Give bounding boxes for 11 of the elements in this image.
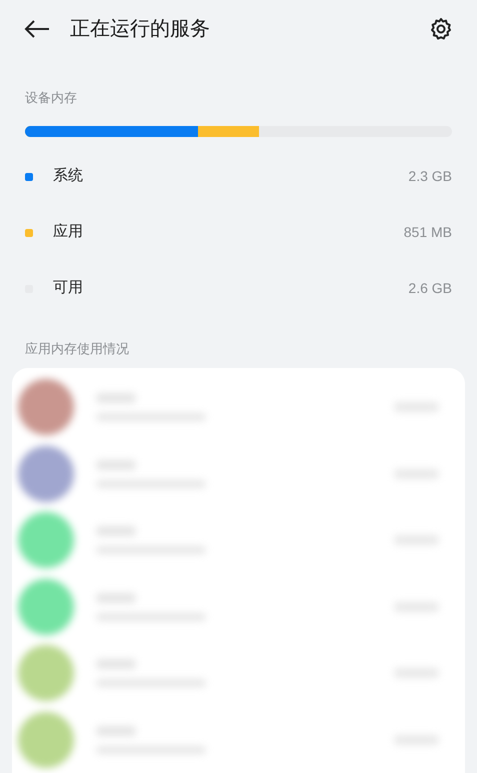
legend-label: 应用 <box>53 222 83 242</box>
section-label: 应用内存使用情况 <box>24 340 130 358</box>
page-title: 正在运行的服务 <box>70 17 210 42</box>
back-arrow-icon[interactable] <box>24 19 50 39</box>
legend-value: 851 MB <box>404 223 452 242</box>
legend-value: 2.3 GB <box>408 167 452 186</box>
legend-label: 可用 <box>53 278 83 298</box>
legend-value: 2.6 GB <box>408 279 452 298</box>
settings-icon[interactable] <box>429 17 453 41</box>
section-label: 设备内存 <box>24 89 78 107</box>
legend-label: 系统 <box>53 166 83 186</box>
